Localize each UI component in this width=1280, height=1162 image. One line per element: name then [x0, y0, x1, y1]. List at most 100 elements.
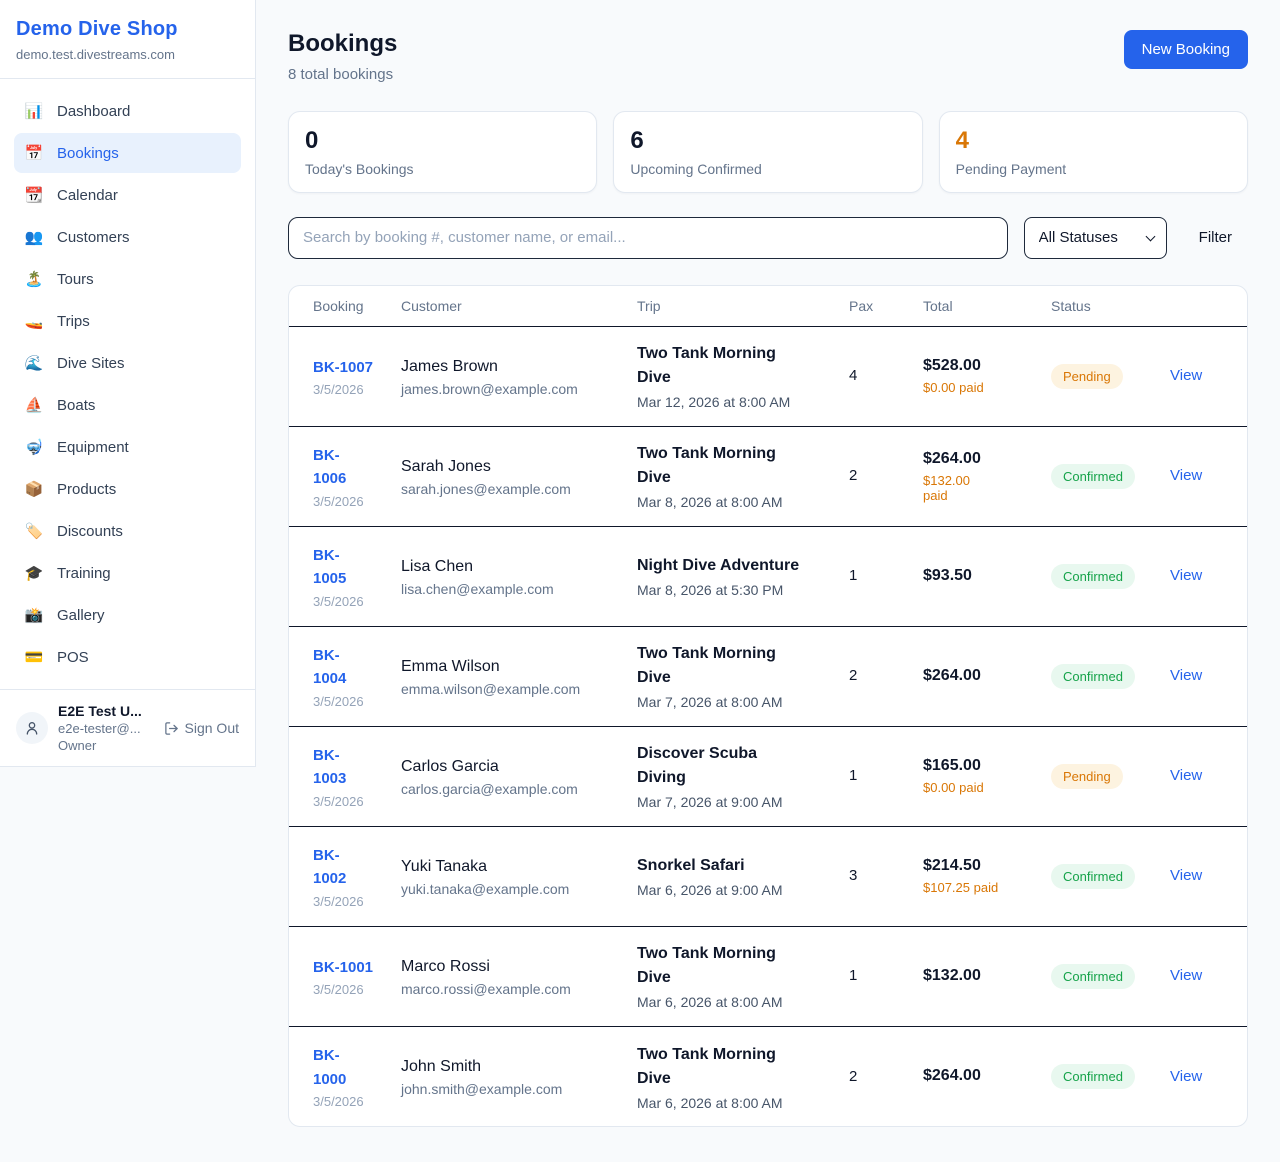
view-link[interactable]: View	[1157, 767, 1202, 784]
paid-amount: $0.00 paid	[923, 380, 984, 395]
booking-date: 3/5/2026	[313, 1094, 389, 1109]
table-row: BK-1000 3/5/2026 John Smith john.smith@e…	[289, 1026, 1248, 1126]
status-badge: Confirmed	[1051, 964, 1135, 989]
status-badge: Pending	[1051, 364, 1123, 389]
sidebar-item-equipment[interactable]: 🤿Equipment	[14, 427, 241, 467]
pax-count: 1	[849, 967, 857, 984]
booking-id-link[interactable]: BK-1003	[313, 744, 361, 791]
search-input[interactable]	[288, 217, 1008, 259]
status-select[interactable]: All Statuses	[1024, 217, 1167, 259]
pax-count: 4	[849, 367, 857, 384]
sidebar-item-bookings[interactable]: 📅Bookings	[14, 133, 241, 173]
table-row: BK-1002 3/5/2026 Yuki Tanaka yuki.tanaka…	[289, 826, 1248, 926]
sidebar-item-training[interactable]: 🎓Training	[14, 553, 241, 593]
tours-icon: 🏝️	[24, 270, 44, 288]
sidebar-item-label: Boats	[57, 397, 95, 414]
trip-datetime: Mar 6, 2026 at 9:00 AM	[637, 882, 837, 898]
sidebar-item-label: Equipment	[57, 439, 129, 456]
sidebar-item-label: Products	[57, 481, 116, 498]
view-link[interactable]: View	[1157, 467, 1202, 484]
booking-id-link[interactable]: BK-1005	[313, 544, 361, 591]
stat-card-pending-payment: 4 Pending Payment	[939, 111, 1248, 193]
new-booking-button[interactable]: New Booking	[1124, 30, 1248, 69]
table-row: BK-1003 3/5/2026 Carlos Garcia carlos.ga…	[289, 726, 1248, 826]
view-link[interactable]: View	[1157, 567, 1202, 584]
view-link[interactable]: View	[1157, 667, 1202, 684]
status-badge: Confirmed	[1051, 564, 1135, 589]
filter-button[interactable]: Filter	[1199, 229, 1248, 246]
column-header-status: Status	[1051, 286, 1157, 327]
brand-domain: demo.test.divestreams.com	[16, 47, 239, 62]
view-link[interactable]: View	[1157, 367, 1202, 384]
stat-card-today-s-bookings: 0 Today's Bookings	[288, 111, 597, 193]
view-link[interactable]: View	[1157, 1068, 1202, 1085]
sidebar-item-label: POS	[57, 649, 89, 666]
column-header-total: Total	[923, 286, 1051, 327]
calendar-icon: 📆	[24, 186, 44, 204]
user-footer: E2E Test U... e2e-tester@... Owner Sign …	[0, 689, 255, 766]
sidebar: Demo Dive Shop demo.test.divestreams.com…	[0, 0, 256, 767]
sidebar-item-customers[interactable]: 👥Customers	[14, 217, 241, 257]
stat-value: 4	[956, 127, 1231, 156]
trip-name: Two Tank Morning Dive	[637, 642, 801, 690]
user-email: e2e-tester@...	[58, 721, 154, 736]
column-header-actions	[1157, 286, 1248, 327]
sidebar-item-label: Calendar	[57, 187, 118, 204]
sidebar-item-boats[interactable]: ⛵ Boats	[14, 385, 241, 425]
customer-email: yuki.tanaka@example.com	[401, 881, 625, 897]
sidebar-item-calendar[interactable]: 📆 Calendar	[14, 175, 241, 215]
gallery-icon: 📸	[24, 606, 44, 624]
booking-date: 3/5/2026	[313, 594, 389, 609]
main-content: Bookings 8 total bookings New Booking 0T…	[256, 0, 1280, 1159]
pax-count: 2	[849, 467, 857, 484]
pax-count: 1	[849, 767, 857, 784]
sidebar-item-label: Discounts	[57, 523, 123, 540]
stat-value: 0	[305, 127, 580, 156]
sidebar-item-trips[interactable]: 🚤Trips	[14, 301, 241, 341]
total-amount: $264.00	[923, 448, 1039, 470]
sidebar-item-label: Training	[57, 565, 111, 582]
trips-icon: 🚤	[24, 312, 44, 330]
table-row: BK-1005 3/5/2026 Lisa Chen lisa.chen@exa…	[289, 526, 1248, 626]
trip-name: Two Tank Morning Dive	[637, 442, 801, 490]
booking-id-link[interactable]: BK-1004	[313, 644, 361, 691]
booking-date: 3/5/2026	[313, 894, 389, 909]
booking-id-link[interactable]: BK-1001	[313, 956, 373, 979]
sidebar-item-products[interactable]: 📦Products	[14, 469, 241, 509]
sidebar-item-dive-sites[interactable]: 🌊Dive Sites	[14, 343, 241, 383]
view-link[interactable]: View	[1157, 867, 1202, 884]
sidebar-item-dashboard[interactable]: 📊Dashboard	[14, 91, 241, 131]
boats-icon: ⛵	[24, 396, 44, 414]
trip-name: Discover Scuba Diving	[637, 742, 801, 790]
total-amount: $264.00	[923, 1065, 1039, 1087]
total-amount: $132.00	[923, 965, 1039, 987]
view-link[interactable]: View	[1157, 967, 1202, 984]
sidebar-nav: 📊Dashboard📅Bookings📆Calendar👥Customers🏝️…	[0, 79, 255, 689]
booking-date: 3/5/2026	[313, 982, 389, 997]
customer-name: James Brown	[401, 356, 625, 378]
booking-id-link[interactable]: BK-1007	[313, 356, 373, 379]
sidebar-item-discounts[interactable]: 🏷️Discounts	[14, 511, 241, 551]
booking-id-link[interactable]: BK-1006	[313, 444, 361, 491]
dashboard-icon: 📊	[24, 102, 44, 120]
dive-sites-icon: 🌊	[24, 354, 44, 372]
booking-date: 3/5/2026	[313, 694, 389, 709]
pax-count: 2	[849, 667, 857, 684]
paid-amount: $107.25 paid	[923, 880, 998, 895]
booking-id-link[interactable]: BK-1000	[313, 1044, 361, 1091]
pax-count: 1	[849, 567, 857, 584]
sidebar-item-gallery[interactable]: 📸Gallery	[14, 595, 241, 635]
stat-label: Pending Payment	[956, 161, 1231, 177]
sidebar-item-label: Tours	[57, 271, 94, 288]
sign-out-button[interactable]: Sign Out	[164, 720, 239, 736]
customer-name: Emma Wilson	[401, 656, 625, 678]
total-amount: $93.50	[923, 565, 1039, 587]
stat-label: Today's Bookings	[305, 161, 580, 177]
sidebar-item-pos[interactable]: 💳POS	[14, 637, 241, 677]
booking-id-link[interactable]: BK-1002	[313, 844, 361, 891]
status-badge: Confirmed	[1051, 464, 1135, 489]
total-amount: $165.00	[923, 755, 1039, 777]
table-row: BK-1007 3/5/2026 James Brown james.brown…	[289, 326, 1248, 426]
sidebar-item-tours[interactable]: 🏝️ Tours	[14, 259, 241, 299]
user-name: E2E Test U...	[58, 703, 154, 719]
